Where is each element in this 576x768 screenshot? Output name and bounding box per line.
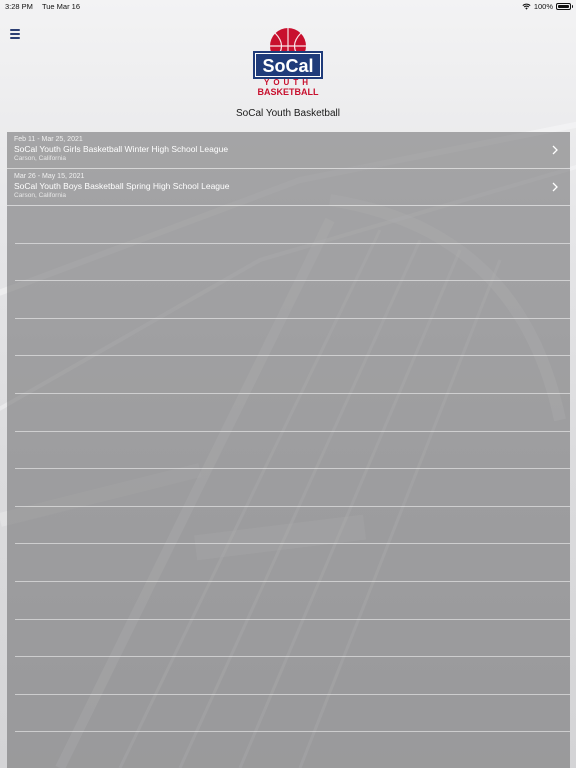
empty-list-row	[15, 281, 570, 319]
league-list-item[interactable]: Mar 26 - May 15, 2021 SoCal Youth Boys B…	[7, 169, 570, 206]
empty-list-row	[15, 695, 570, 733]
empty-list-row	[15, 469, 570, 507]
status-bar: 3:28 PM Tue Mar 16 100%	[0, 0, 576, 12]
empty-list-row	[15, 244, 570, 282]
logo-word-basketball: BASKETBALL	[258, 87, 319, 97]
status-date: Tue Mar 16	[41, 1, 81, 11]
empty-list-rows	[7, 206, 570, 768]
chevron-right-icon	[552, 182, 558, 192]
empty-list-row	[15, 507, 570, 545]
empty-list-row	[15, 657, 570, 695]
league-list-item[interactable]: Feb 11 - Mar 25, 2021 SoCal Youth Girls …	[7, 132, 570, 169]
page-title: SoCal Youth Basketball	[236, 108, 340, 119]
empty-list-row	[15, 620, 570, 658]
league-location: Carson, California	[14, 155, 67, 162]
empty-list-row	[15, 356, 570, 394]
league-location: Carson, California	[14, 192, 67, 199]
empty-list-row	[15, 582, 570, 620]
logo-word-socal: SoCal	[262, 56, 313, 76]
chevron-right-icon	[552, 145, 558, 155]
hamburger-menu-icon[interactable]	[10, 29, 20, 39]
league-dates: Mar 26 - May 15, 2021	[14, 173, 85, 180]
empty-list-row	[15, 206, 570, 244]
status-time: 3:28 PM	[5, 1, 33, 11]
league-name: SoCal Youth Girls Basketball Winter High…	[14, 144, 229, 154]
socal-youth-basketball-logo: SoCal YOUTH BASKETBALL	[252, 26, 324, 98]
league-dates: Feb 11 - Mar 25, 2021	[14, 136, 83, 143]
empty-list-row	[15, 732, 570, 768]
league-list: Feb 11 - Mar 25, 2021 SoCal Youth Girls …	[7, 132, 570, 768]
empty-list-row	[15, 432, 570, 470]
logo-word-youth: YOUTH	[264, 78, 312, 87]
league-name: SoCal Youth Boys Basketball Spring High …	[14, 181, 230, 191]
battery-icon	[556, 2, 573, 10]
wifi-icon	[522, 3, 531, 10]
empty-list-row	[15, 544, 570, 582]
empty-list-row	[15, 394, 570, 432]
empty-list-row	[15, 319, 570, 357]
battery-percent: 100%	[533, 1, 553, 11]
